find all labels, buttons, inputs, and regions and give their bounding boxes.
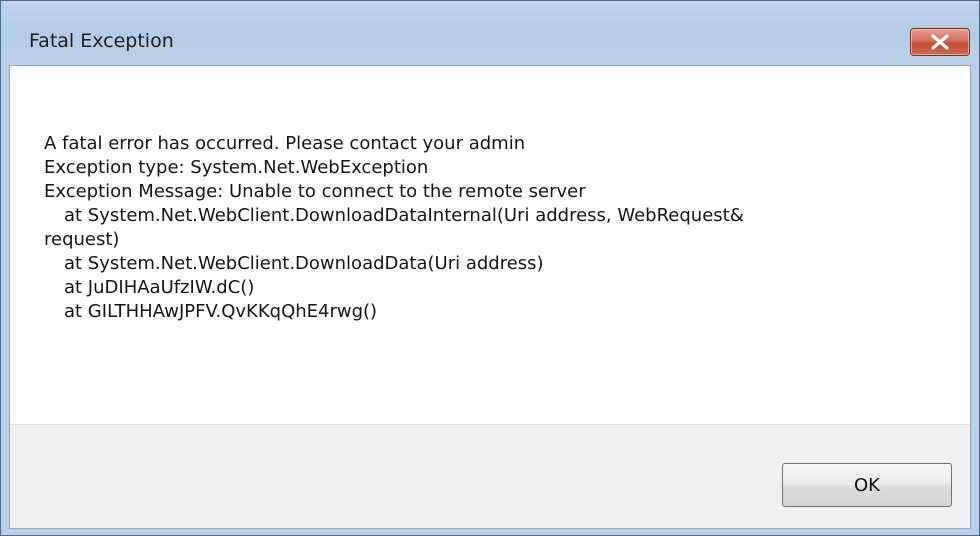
close-button[interactable] (910, 28, 970, 56)
stack-trace-line: at GILTHHAwJPFV.QvKKqQhE4rwg() (64, 301, 378, 322)
message-line-exception-message: Exception Message: Unable to connect to … (44, 181, 586, 202)
stack-trace-line: at System.Net.WebClient.DownloadDataInte… (64, 205, 744, 226)
error-dialog: Fatal Exception A fatal error has occurr… (0, 0, 980, 536)
stack-trace-line: at JuDIHAaUfzIW.dC() (64, 277, 255, 298)
button-bar: OK (10, 424, 970, 528)
close-x-icon (930, 34, 950, 50)
stack-trace-line-wrap: request) (44, 229, 120, 250)
dialog-title: Fatal Exception (29, 30, 174, 52)
ok-button[interactable]: OK (782, 463, 952, 507)
error-message: A fatal error has occurred. Please conta… (44, 132, 944, 324)
title-bar[interactable]: Fatal Exception (1, 1, 979, 65)
message-line-exception-type: Exception type: System.Net.WebException (44, 157, 429, 178)
dialog-content: A fatal error has occurred. Please conta… (9, 65, 971, 529)
message-line-summary: A fatal error has occurred. Please conta… (44, 133, 526, 154)
stack-trace-line: at System.Net.WebClient.DownloadData(Uri… (64, 253, 544, 274)
